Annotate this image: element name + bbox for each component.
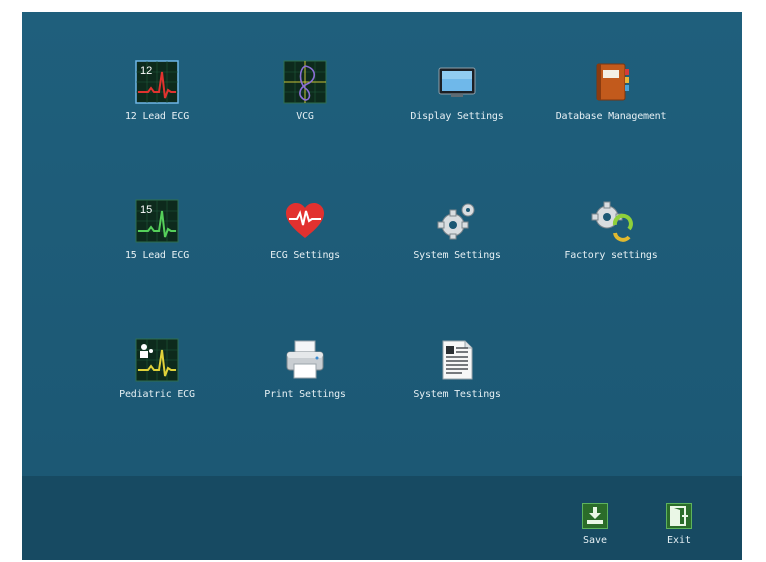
- menu-item-label: System Testings: [413, 389, 501, 400]
- menu-item-ecg-settings[interactable]: ECG Settings: [230, 199, 380, 261]
- exit-label: Exit: [666, 535, 692, 546]
- ecg-12-lead-icon: 12: [135, 60, 179, 104]
- save-label: Save: [582, 535, 608, 546]
- exit-button[interactable]: Exit: [654, 503, 704, 546]
- menu-item-factory-settings[interactable]: Factory settings: [536, 199, 686, 261]
- menu-item-print-settings[interactable]: Print Settings: [230, 338, 380, 400]
- menu-item-label: ECG Settings: [270, 250, 340, 261]
- menu-item-12-lead-ecg[interactable]: 12 12 Lead ECG: [82, 60, 232, 122]
- ecg-12-number: 12: [140, 65, 152, 77]
- vcg-icon: [283, 60, 327, 104]
- menu-item-15-lead-ecg[interactable]: 15 15 Lead ECG: [82, 199, 232, 261]
- save-icon: [582, 503, 608, 529]
- exit-icon: [666, 503, 692, 529]
- monitor-icon: [435, 60, 479, 104]
- save-button[interactable]: Save: [570, 503, 620, 546]
- menu-item-database-management[interactable]: Database Management: [536, 60, 686, 122]
- address-book-icon: [589, 60, 633, 104]
- pediatric-ecg-icon: [135, 338, 179, 382]
- menu-item-label: Display Settings: [410, 111, 504, 122]
- gears-icon: [435, 199, 479, 243]
- menu-item-display-settings[interactable]: Display Settings: [382, 60, 532, 122]
- menu-item-label: Print Settings: [264, 389, 346, 400]
- heart-icon: [283, 199, 327, 243]
- gear-refresh-icon: [589, 199, 633, 243]
- menu-item-vcg[interactable]: VCG: [230, 60, 380, 122]
- menu-item-system-testings[interactable]: System Testings: [382, 338, 532, 400]
- menu-item-label: VCG: [296, 111, 314, 122]
- menu-item-label: Pediatric ECG: [119, 389, 195, 400]
- menu-item-label: 12 Lead ECG: [124, 111, 190, 122]
- document-icon: [435, 338, 479, 382]
- menu-item-label: Factory settings: [564, 250, 658, 261]
- ecg-15-lead-icon: 15: [135, 199, 179, 243]
- footer-bar: Save Exit: [22, 476, 742, 560]
- menu-item-label: 15 Lead ECG: [124, 250, 190, 261]
- menu-item-pediatric-ecg[interactable]: Pediatric ECG: [82, 338, 232, 400]
- menu-item-system-settings[interactable]: System Settings: [382, 199, 532, 261]
- menu-item-label: Database Management: [555, 111, 667, 122]
- menu-area: 12 12 Lead ECG VCG Display Settings Data…: [22, 12, 742, 476]
- ecg-15-number: 15: [140, 204, 152, 216]
- menu-item-label: System Settings: [413, 250, 501, 261]
- main-screen: 12 12 Lead ECG VCG Display Settings Data…: [22, 12, 742, 560]
- printer-icon: [283, 338, 327, 382]
